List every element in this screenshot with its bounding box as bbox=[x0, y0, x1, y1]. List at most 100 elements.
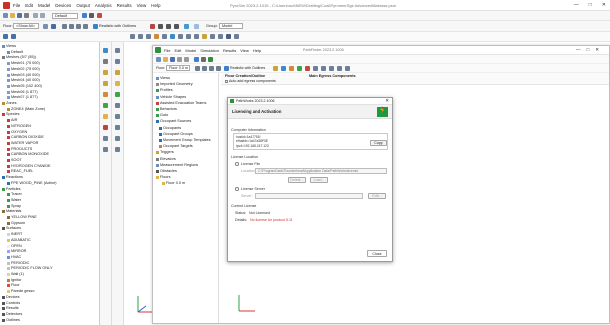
pf-tool-4-icon[interactable] bbox=[297, 66, 302, 71]
pf-new-icon[interactable] bbox=[156, 57, 161, 62]
floor-edit-icon[interactable] bbox=[43, 24, 48, 29]
pf-tool-10-icon[interactable] bbox=[345, 66, 350, 71]
save-icon[interactable] bbox=[17, 13, 22, 18]
vertical-tool-icon[interactable] bbox=[115, 70, 120, 75]
tree-item[interactable]: Mesh03 (40 000) bbox=[7, 73, 40, 78]
tree-item[interactable]: Default bbox=[7, 50, 23, 55]
pf-tree-item[interactable]: Floor 0.0 m bbox=[162, 181, 185, 186]
pf-tree-item[interactable]: Views bbox=[156, 76, 170, 81]
tool-b-icon[interactable] bbox=[158, 24, 163, 29]
draw-tool-7-icon[interactable] bbox=[178, 34, 183, 39]
tree-item[interactable]: SOOT bbox=[7, 158, 22, 163]
pf-tree-item[interactable]: Floors bbox=[156, 175, 171, 180]
print-icon[interactable] bbox=[24, 13, 29, 18]
view-front-icon[interactable] bbox=[69, 24, 74, 29]
pf-tree-item[interactable]: Goto bbox=[156, 113, 168, 118]
view-side-icon[interactable] bbox=[76, 24, 81, 29]
tree-item[interactable]: Particles bbox=[2, 187, 21, 192]
pf-tool-6-icon[interactable] bbox=[313, 66, 318, 71]
vertical-tool-icon[interactable] bbox=[103, 92, 108, 97]
pf-view-2-icon[interactable] bbox=[202, 66, 207, 71]
vertical-tool-icon[interactable] bbox=[103, 125, 108, 130]
vertical-tool-icon[interactable] bbox=[115, 125, 120, 130]
vertical-tool-icon[interactable] bbox=[103, 103, 108, 108]
location-field[interactable]: C:\ProgramData\Thunderhead\Application D… bbox=[255, 168, 387, 174]
pf-tool-2-icon[interactable] bbox=[281, 66, 286, 71]
vertical-tool-icon[interactable] bbox=[103, 81, 108, 86]
tree-item[interactable]: PERIODIC FLOW ONLY bbox=[7, 266, 53, 271]
pf-tool-3-icon[interactable] bbox=[289, 66, 294, 71]
tree-item[interactable]: Mesh01 (75 000) bbox=[7, 61, 40, 66]
tree-item[interactable]: INERT bbox=[7, 232, 22, 237]
pf-tree-item[interactable]: Triggers bbox=[156, 150, 174, 155]
delete-button[interactable]: Delete... bbox=[288, 177, 306, 183]
pf-run-icon[interactable] bbox=[194, 57, 199, 62]
tree-item[interactable]: Tracer bbox=[7, 192, 22, 197]
tool-d-icon[interactable] bbox=[174, 24, 179, 29]
tree-item[interactable]: Water bbox=[7, 198, 21, 203]
menu-edit[interactable]: Edit bbox=[25, 3, 33, 8]
pf-view-3-icon[interactable] bbox=[209, 66, 214, 71]
pf-redo-icon[interactable] bbox=[184, 57, 189, 62]
pf-tree-item[interactable]: Behaviors bbox=[156, 107, 177, 112]
pf-view-1-icon[interactable] bbox=[195, 66, 200, 71]
pf-tree-item[interactable]: Measurement Regions bbox=[156, 163, 198, 168]
run-icon[interactable] bbox=[82, 13, 87, 18]
refresh-icon[interactable] bbox=[194, 24, 199, 29]
tree-item[interactable]: Species bbox=[2, 112, 20, 117]
server-field[interactable] bbox=[255, 193, 363, 199]
vertical-tool-icon[interactable] bbox=[115, 59, 120, 64]
copy-button[interactable]: Copy bbox=[370, 140, 387, 146]
tree-item[interactable]: Materials bbox=[2, 209, 21, 214]
draw-tool-5-icon[interactable] bbox=[162, 34, 167, 39]
view-icon[interactable] bbox=[51, 24, 56, 29]
tree-item[interactable]: FPE WOOD_PINE (Active) bbox=[7, 181, 57, 186]
tree-item[interactable]: Meshes (5/7 (55)) bbox=[2, 55, 36, 60]
license-file-radio[interactable] bbox=[235, 162, 239, 166]
tree-item[interactable]: Mesh02 (75 000) bbox=[7, 67, 40, 72]
vertical-tool-icon[interactable] bbox=[103, 114, 108, 119]
draw-tool-2-icon[interactable] bbox=[138, 34, 143, 39]
pf-auto-egress[interactable]: Auto add egress components bbox=[225, 79, 276, 83]
license-server-radio[interactable] bbox=[235, 187, 239, 191]
tree-item[interactable]: Controls bbox=[2, 301, 20, 306]
pf-render-icon[interactable] bbox=[224, 66, 229, 71]
pf-view-4-icon[interactable] bbox=[216, 66, 221, 71]
vertical-tool-icon[interactable] bbox=[103, 48, 108, 53]
view-iso-icon[interactable] bbox=[83, 24, 88, 29]
draw-tool-13-icon[interactable] bbox=[226, 34, 231, 39]
menu-results[interactable]: Results bbox=[117, 3, 132, 8]
open-file-icon[interactable] bbox=[10, 13, 15, 18]
view-top-icon[interactable] bbox=[62, 24, 67, 29]
group-select[interactable]: Model bbox=[219, 23, 243, 29]
tool-c-icon[interactable] bbox=[166, 24, 171, 29]
floor-select[interactable]: <Show All> bbox=[13, 23, 39, 29]
maximize-icon[interactable]: □ bbox=[589, 2, 592, 8]
tree-item[interactable]: OXYGEN bbox=[7, 130, 27, 135]
tree-item[interactable]: Detectors bbox=[2, 312, 22, 317]
load-button[interactable]: Load... bbox=[310, 177, 328, 183]
tree-item[interactable]: CARBON MONOXIDE bbox=[7, 152, 49, 157]
stop-icon[interactable] bbox=[97, 13, 102, 18]
draw-tool-3-icon[interactable] bbox=[146, 34, 151, 39]
tree-item[interactable]: WATER VAPOR bbox=[7, 141, 38, 146]
edit-button[interactable]: Edit... bbox=[368, 193, 386, 199]
pf-tree-item[interactable]: Imported Geometry bbox=[156, 82, 193, 87]
pf-results-icon[interactable] bbox=[201, 57, 206, 62]
pf-floor-select[interactable]: Floor 0.0 m bbox=[166, 65, 190, 71]
pf-menu-model[interactable]: Model bbox=[185, 48, 196, 53]
pf-tree-item[interactable]: Profiles bbox=[156, 88, 173, 93]
menu-help[interactable]: Help bbox=[151, 3, 160, 8]
settings-icon[interactable] bbox=[3, 34, 8, 39]
render-mode-icon[interactable] bbox=[93, 24, 98, 29]
menu-model[interactable]: Model bbox=[38, 3, 50, 8]
tree-item[interactable]: Zones bbox=[2, 101, 17, 106]
tree-item[interactable]: Mesh04 (40 000) bbox=[7, 78, 40, 83]
tree-item[interactable]: YELLOW PINE bbox=[7, 215, 37, 220]
pf-tree-item[interactable]: Occupant Sources bbox=[156, 119, 191, 124]
tree-item[interactable]: Results bbox=[2, 306, 19, 311]
draw-tool-12-icon[interactable] bbox=[218, 34, 223, 39]
tree-item[interactable]: Devices bbox=[2, 295, 20, 300]
tree-item[interactable]: Mesh07 (1 877) bbox=[7, 95, 38, 100]
pf-tree-item[interactable]: Occupants bbox=[159, 126, 181, 131]
